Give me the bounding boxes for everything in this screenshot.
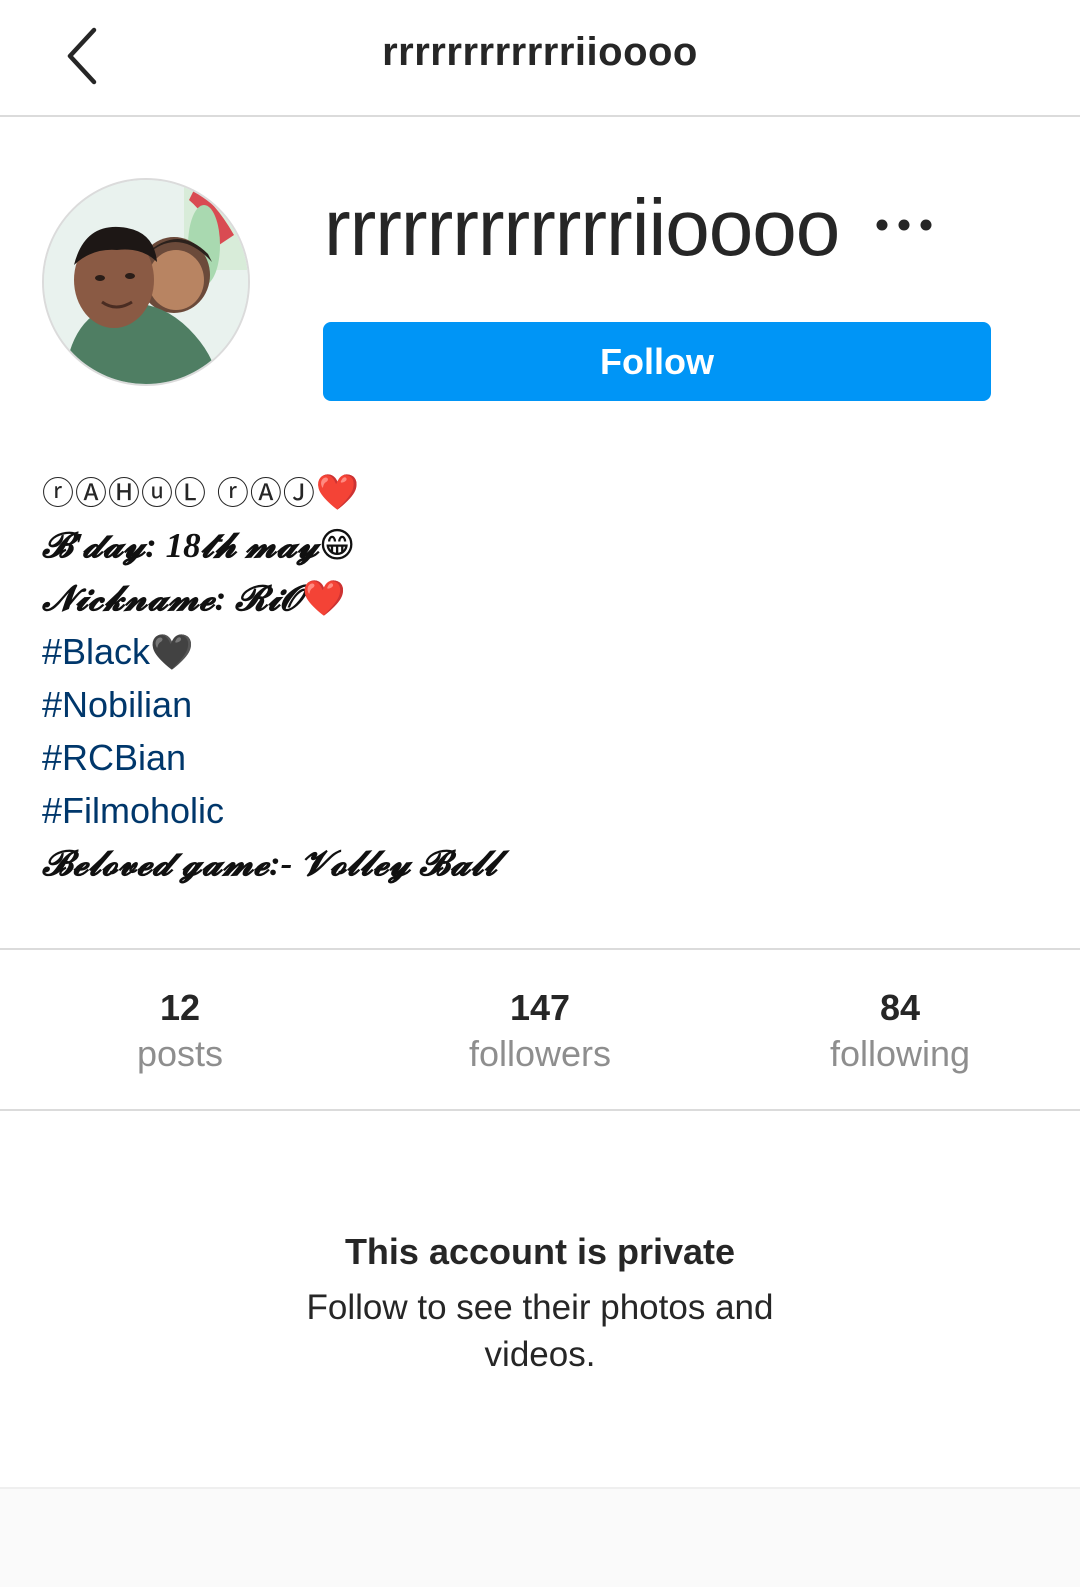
grin-emoji: 😁 [318,526,356,566]
stat-label: followers [468,1033,612,1074]
stat-label: following [829,1033,971,1074]
private-title: This account is private [344,1231,736,1272]
bio-line: 𝓝𝓲𝓬𝓴𝓷𝓪𝓶𝓮: 𝓡𝓲𝓞❤️ [42,572,1002,625]
stat-following[interactable]: 84 following [720,950,1080,1109]
black-heart-emoji: 🖤 [150,633,194,673]
stat-value: 84 [879,987,921,1028]
stat-value: 147 [509,987,571,1028]
private-account-notice: This account is private Follow to see th… [0,1228,1080,1378]
bio-birthday: 𝓑'𝓭𝓪𝔂: 18𝓽𝓱 𝓶𝓪𝔂 [42,526,319,565]
profile-avatar[interactable] [42,178,250,386]
profile-bio: ⓡⒶⒽⓤⓁ ⓡⒶⒿ❤️ 𝓑'𝓭𝓪𝔂: 18𝓽𝓱 𝓶𝓪𝔂😁 𝓝𝓲𝓬𝓴𝓷𝓪𝓶𝓮: 𝓡… [42,466,1002,890]
bio-line: 𝓑𝓮𝓵𝓸𝓿𝓮𝓭 𝓰𝓪𝓶𝓮:- 𝓥𝓸𝓵𝓵𝓮𝔂 𝓑𝓪𝓵𝓵 [42,837,1002,890]
hashtag-link[interactable]: #RCBian [42,737,186,778]
more-horizontal-icon [876,219,932,231]
suggestions-section [0,1487,1080,1587]
bio-line: 𝓑'𝓭𝓪𝔂: 18𝓽𝓱 𝓶𝓪𝔂😁 [42,519,1002,572]
bio-nickname: 𝓝𝓲𝓬𝓴𝓷𝓪𝓶𝓮: 𝓡𝓲𝓞 [42,579,303,618]
stat-followers[interactable]: 147 followers [360,950,720,1109]
red-heart-emoji: ❤️ [315,473,360,513]
header-title: rrrrrrrrrrrriioooo [382,30,698,74]
bio-line: #Nobilian [42,678,1002,731]
follow-button[interactable]: Follow [323,322,991,401]
profile-stats: 12 posts 147 followers 84 following [0,948,1080,1111]
red-heart-emoji: ❤️ [302,579,346,619]
stat-label: posts [136,1033,224,1074]
more-options-button[interactable] [866,200,942,250]
bio-beloved-game: 𝓑𝓮𝓵𝓸𝓿𝓮𝓭 𝓰𝓪𝓶𝓮:- 𝓥𝓸𝓵𝓵𝓮𝔂 𝓑𝓪𝓵𝓵 [42,844,498,883]
hashtag-link[interactable]: #Black [42,631,150,672]
bio-line: ⓡⒶⒽⓤⓁ ⓡⒶⒿ❤️ [42,466,1002,519]
bio-line: #RCBian [42,731,1002,784]
bio-name: ⓡⒶⒽⓤⓁ ⓡⒶⒿ [42,475,316,511]
top-bar: rrrrrrrrrrrriioooo [0,0,1080,117]
profile-username: rrrrrrrrrrrriioooo [324,183,840,272]
private-subtitle: Follow to see their photos and videos. [306,1288,774,1374]
hashtag-link[interactable]: #Nobilian [42,684,192,725]
stat-posts[interactable]: 12 posts [0,950,360,1109]
bio-line: #Filmoholic [42,784,1002,837]
avatar-photo [44,180,248,384]
bio-line: #Black🖤 [42,625,1002,678]
hashtag-link[interactable]: #Filmoholic [42,790,224,831]
stat-value: 12 [159,987,201,1028]
